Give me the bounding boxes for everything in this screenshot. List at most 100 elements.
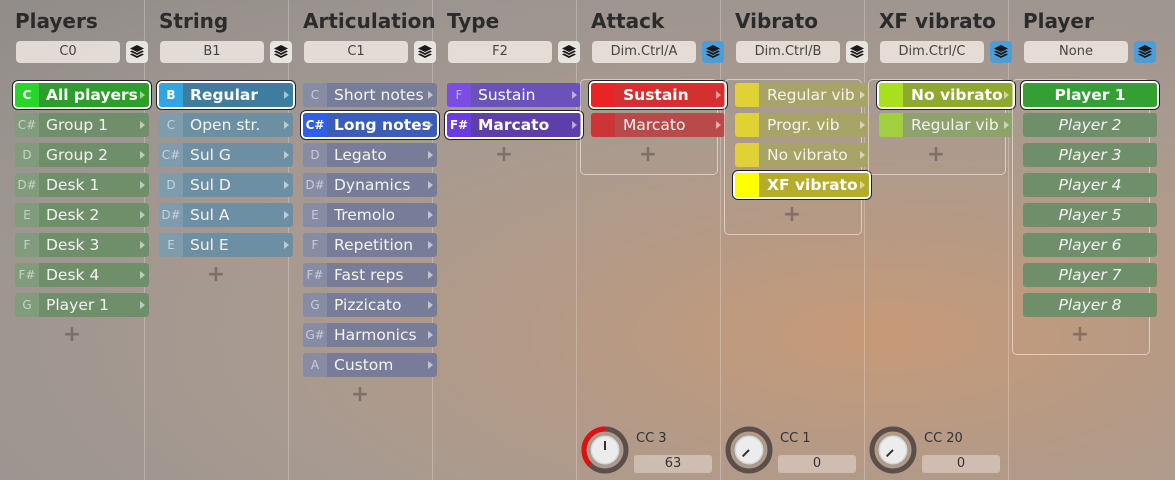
keyswitch-field[interactable]: None [1024, 41, 1128, 63]
articulation-item[interactable]: Regular vib [879, 113, 1013, 137]
item-key-label: G# [303, 323, 327, 347]
item-key-label: D# [159, 203, 183, 227]
articulation-item[interactable]: G Pizzicato [303, 293, 437, 317]
item-label: Open str. [190, 116, 261, 134]
articulation-item[interactable]: Player 3 [1023, 143, 1157, 167]
keyswitch-field[interactable]: B1 [160, 41, 264, 63]
item-key-label: A [303, 353, 327, 377]
item-key-label: C [303, 83, 327, 107]
articulation-item[interactable]: B Regular [157, 81, 295, 109]
keyswitch-field[interactable]: C1 [304, 41, 408, 63]
item-label: Desk 4 [46, 266, 100, 284]
column-string: String B1 B Regular C Open str. C# Sul G D Sul D… [144, 0, 295, 480]
plus-icon[interactable]: + [782, 204, 802, 226]
plus-icon[interactable]: + [206, 264, 226, 286]
articulation-item[interactable]: D Group 2 [15, 143, 149, 167]
articulation-item[interactable]: F Sustain [447, 83, 581, 107]
knob-icon[interactable] [868, 425, 918, 475]
keyswitch-field[interactable]: C0 [16, 41, 120, 63]
item-key-label [879, 113, 903, 137]
item-key-label: D [303, 143, 327, 167]
keyswitch-field[interactable]: F2 [448, 41, 552, 63]
column-title: Articulation [303, 9, 436, 33]
item-label: Sustain [478, 86, 536, 104]
cc-label: CC 3 [636, 431, 667, 446]
articulation-item[interactable]: Player 4 [1023, 173, 1157, 197]
keyswitch-field[interactable]: Dim.Ctrl/C [880, 41, 984, 63]
cc-value-field[interactable]: 63 [634, 455, 712, 473]
plus-icon[interactable]: + [1070, 324, 1090, 346]
knob-icon[interactable] [580, 425, 630, 475]
articulation-item[interactable]: D Legato [303, 143, 437, 167]
item-label: All players [46, 86, 138, 104]
articulation-item[interactable]: C# Sul G [159, 143, 293, 167]
articulation-item[interactable]: G Player 1 [15, 293, 149, 317]
articulation-item[interactable]: A Custom [303, 353, 437, 377]
plus-icon[interactable]: + [350, 384, 370, 406]
articulation-item[interactable]: F Desk 3 [15, 233, 149, 257]
articulation-item[interactable]: D Sul D [159, 173, 293, 197]
item-key-label: G [303, 293, 327, 317]
item-label: Dynamics [334, 176, 411, 194]
articulation-item[interactable]: Progr. vib [735, 113, 869, 137]
articulation-item[interactable]: Player 6 [1023, 233, 1157, 257]
column-player: Player None Player 1 Player 2 Player 3 Playe… [1008, 0, 1159, 480]
articulation-item[interactable]: C# Group 1 [15, 113, 149, 137]
articulation-item[interactable]: Player 1 [1021, 81, 1159, 109]
keyswitch-field[interactable]: Dim.Ctrl/A [592, 41, 696, 63]
plus-icon[interactable]: + [494, 144, 514, 166]
item-label: Harmonics [334, 326, 417, 344]
item-key-label: D# [303, 173, 327, 197]
articulation-item[interactable]: D# Desk 1 [15, 173, 149, 197]
item-label: Regular vib [767, 86, 855, 104]
articulation-item[interactable]: E Tremolo [303, 203, 437, 227]
keyswitch-field[interactable]: Dim.Ctrl/B [736, 41, 840, 63]
articulation-item[interactable]: No vibrato [877, 81, 1015, 109]
column-vibrato: Vibrato Dim.Ctrl/B Regular vib Progr. vib N… [720, 0, 871, 480]
articulation-item[interactable]: F# Marcato [445, 111, 583, 139]
column-attack: Attack Dim.Ctrl/A Sustain Marcato + CC 3 63 [576, 0, 727, 480]
column-title: Players [15, 9, 98, 33]
articulation-item[interactable]: G# Harmonics [303, 323, 437, 347]
articulation-item[interactable]: E Sul E [159, 233, 293, 257]
articulation-item[interactable]: No vibrato [735, 143, 869, 167]
cc-value-field[interactable]: 0 [922, 455, 1000, 473]
articulation-item[interactable]: F Repetition [303, 233, 437, 257]
articulation-item[interactable]: C Short notes [303, 83, 437, 107]
articulation-item[interactable]: C# Long notes [301, 111, 439, 139]
item-label: Group 2 [46, 146, 108, 164]
plus-icon[interactable]: + [638, 144, 658, 166]
articulation-item[interactable]: Regular vib [735, 83, 869, 107]
item-key-label [591, 113, 615, 137]
item-label: Marcato [478, 116, 550, 134]
item-key-label: D [159, 173, 183, 197]
articulation-item[interactable]: Player 5 [1023, 203, 1157, 227]
item-key-label: E [159, 233, 183, 257]
articulation-item[interactable]: Player 7 [1023, 263, 1157, 287]
item-label: Sul A [190, 206, 230, 224]
plus-icon[interactable]: + [62, 324, 82, 346]
articulation-item[interactable]: Sustain [589, 81, 727, 109]
articulation-item[interactable]: Player 2 [1023, 113, 1157, 137]
column-players: Players C0 C All players C# Group 1 D Group 2 D… [0, 0, 151, 480]
item-key-label: E [303, 203, 327, 227]
item-key-label: E [15, 203, 39, 227]
column-title: XF vibrato [879, 9, 996, 33]
articulation-item[interactable]: E Desk 2 [15, 203, 149, 227]
articulation-item[interactable]: F# Desk 4 [15, 263, 149, 287]
item-label: Legato [334, 146, 387, 164]
articulation-item[interactable]: C Open str. [159, 113, 293, 137]
cc-value-field[interactable]: 0 [778, 455, 856, 473]
articulation-item[interactable]: F# Fast reps [303, 263, 437, 287]
knob-icon[interactable] [724, 425, 774, 475]
layers-icon[interactable] [1134, 41, 1156, 63]
articulation-item[interactable]: XF vibrato [733, 171, 871, 199]
articulation-item[interactable]: C All players [13, 81, 151, 109]
articulation-item[interactable]: D# Sul A [159, 203, 293, 227]
articulation-item[interactable]: D# Dynamics [303, 173, 437, 197]
articulation-item[interactable]: Player 8 [1023, 293, 1157, 317]
plus-icon[interactable]: + [926, 144, 946, 166]
item-label: Custom [334, 356, 394, 374]
item-key-label: F# [15, 263, 39, 287]
articulation-item[interactable]: Marcato [591, 113, 725, 137]
